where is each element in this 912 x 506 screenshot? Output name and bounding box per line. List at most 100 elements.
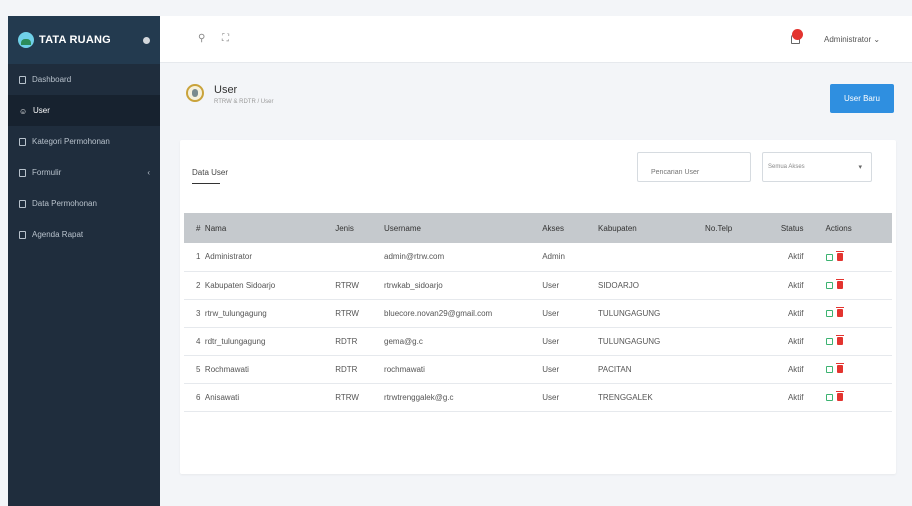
table-row: 4 rdtr_tulungagung RDTR gema@g.c User TULUNGA… bbox=[184, 327, 892, 356]
search-icon[interactable]: ⚲ bbox=[198, 33, 205, 44]
search-input[interactable] bbox=[637, 152, 751, 182]
cell-telp bbox=[705, 327, 775, 356]
delete-icon[interactable] bbox=[835, 335, 844, 346]
cell-status: Aktif bbox=[774, 271, 818, 300]
cell-name: Administrator bbox=[204, 243, 336, 272]
sidebar-item[interactable]: Dashboard bbox=[8, 64, 160, 95]
breadcrumb[interactable]: RTRW & RDTR / User bbox=[214, 99, 273, 105]
sidebar-item[interactable]: User bbox=[8, 95, 160, 126]
cell-telp bbox=[705, 243, 775, 272]
cell-status: Aktif bbox=[774, 383, 818, 412]
cell-status: Aktif bbox=[774, 327, 818, 356]
sidebar-item[interactable]: Agenda Rapat bbox=[8, 219, 160, 250]
cell-akses: User bbox=[542, 299, 599, 328]
sidebar-item[interactable]: Kategori Permohonan bbox=[8, 126, 160, 157]
notification-badge bbox=[792, 29, 803, 40]
cell-akses: User bbox=[542, 327, 599, 356]
cell-no: 4 bbox=[184, 327, 205, 356]
access-filter-select[interactable]: Semua Akses ▾ bbox=[762, 152, 872, 182]
cell-status: Aktif bbox=[774, 299, 818, 328]
cell-akses: User bbox=[542, 383, 599, 412]
delete-icon[interactable] bbox=[835, 307, 844, 318]
cell-username: rochmawati bbox=[384, 355, 543, 384]
sidebar-item[interactable]: Data Permohonan bbox=[8, 188, 160, 219]
sidebar-item-label: Kategori Permohonan bbox=[32, 137, 110, 146]
sidebar-item-label: Agenda Rapat bbox=[32, 230, 84, 239]
col-header-no[interactable]: # bbox=[184, 213, 205, 243]
cell-jenis: RTRW bbox=[335, 383, 385, 412]
cell-jenis: RDTR bbox=[335, 327, 385, 356]
document-icon bbox=[19, 230, 26, 239]
edit-icon[interactable] bbox=[825, 393, 833, 401]
cell-akses: User bbox=[542, 355, 599, 384]
edit-icon[interactable] bbox=[825, 309, 833, 317]
cell-username: rtrwkab_sidoarjo bbox=[384, 271, 543, 300]
edit-icon[interactable] bbox=[825, 281, 833, 289]
cell-name: Rochmawati bbox=[204, 355, 336, 384]
cell-actions bbox=[817, 355, 892, 384]
cell-jenis: RTRW bbox=[335, 299, 385, 328]
cell-actions bbox=[817, 243, 892, 272]
cell-username: admin@rtrw.com bbox=[384, 243, 543, 272]
edit-icon[interactable] bbox=[825, 337, 833, 345]
cell-name: rdtr_tulungagung bbox=[204, 327, 336, 356]
page-title: User bbox=[214, 84, 238, 96]
cell-telp bbox=[705, 271, 775, 300]
brand-logo[interactable]: TATA RUANG bbox=[8, 16, 160, 64]
cell-telp bbox=[705, 299, 775, 328]
col-header-telp[interactable]: No.Telp bbox=[705, 213, 775, 243]
col-header-akses[interactable]: Akses bbox=[542, 213, 599, 243]
cell-name: rtrw_tulungagung bbox=[204, 299, 336, 328]
cell-telp bbox=[705, 355, 775, 384]
expand-icon[interactable]: ⛶ bbox=[222, 33, 229, 44]
delete-icon[interactable] bbox=[835, 251, 844, 262]
table-row: 2 Kabupaten Sidoarjo RTRW rtrwkab_sidoarjo U… bbox=[184, 271, 892, 300]
cell-no: 2 bbox=[184, 271, 205, 300]
col-header-status[interactable]: Status bbox=[774, 213, 818, 243]
user-avatar-icon bbox=[186, 84, 204, 102]
cell-name: Anisawati bbox=[204, 383, 336, 412]
col-header-name[interactable]: Nama bbox=[204, 213, 336, 243]
title-underline bbox=[192, 183, 220, 184]
topbar: ⚲ ⛶ Administrator ⌄ bbox=[160, 16, 912, 63]
sidebar-item[interactable]: Formulir ‹ bbox=[8, 157, 160, 188]
cell-jenis: RDTR bbox=[335, 355, 385, 384]
document-icon bbox=[19, 137, 26, 146]
sidebar: TATA RUANG Dashboard User Kategori Permoho… bbox=[8, 16, 160, 506]
delete-icon[interactable] bbox=[835, 363, 844, 374]
sidebar-item-label: Data Permohonan bbox=[32, 199, 97, 208]
sidebar-item-label: User bbox=[33, 106, 50, 115]
sidebar-item-label: Formulir bbox=[32, 168, 62, 177]
cell-no: 3 bbox=[184, 299, 205, 328]
new-user-button[interactable]: User Baru bbox=[830, 84, 894, 113]
delete-icon[interactable] bbox=[835, 279, 844, 290]
edit-icon[interactable] bbox=[825, 365, 833, 373]
logo-icon bbox=[18, 32, 34, 48]
col-header-jenis[interactable]: Jenis bbox=[335, 213, 385, 243]
cell-kab: PACITAN bbox=[598, 355, 706, 384]
card-title: Data User bbox=[192, 168, 229, 177]
cell-akses: User bbox=[542, 271, 599, 300]
document-icon bbox=[19, 75, 26, 84]
col-header-kabupaten[interactable]: Kabupaten bbox=[598, 213, 706, 243]
cell-jenis bbox=[335, 243, 385, 272]
table-header-row: # Nama Jenis Username Akses Kabupaten No… bbox=[184, 213, 892, 243]
user-menu[interactable]: Administrator ⌄ bbox=[824, 35, 880, 44]
bell-icon[interactable] bbox=[789, 29, 803, 46]
cell-no: 6 bbox=[184, 383, 205, 412]
chevron-down-icon: ▾ bbox=[858, 164, 862, 171]
cell-actions bbox=[817, 271, 892, 300]
edit-icon[interactable] bbox=[825, 253, 833, 261]
document-icon bbox=[19, 199, 26, 208]
cell-no: 1 bbox=[184, 243, 205, 272]
cell-kab bbox=[598, 243, 706, 272]
cell-akses: Admin bbox=[542, 243, 599, 272]
document-icon bbox=[19, 168, 26, 177]
delete-icon[interactable] bbox=[835, 391, 844, 402]
sidebar-toggle-icon[interactable] bbox=[143, 36, 150, 44]
cell-kab: TULUNGAGUNG bbox=[598, 299, 706, 328]
col-header-username[interactable]: Username bbox=[384, 213, 543, 243]
cell-name: Kabupaten Sidoarjo bbox=[204, 271, 336, 300]
cell-actions bbox=[817, 383, 892, 412]
cell-jenis: RTRW bbox=[335, 271, 385, 300]
